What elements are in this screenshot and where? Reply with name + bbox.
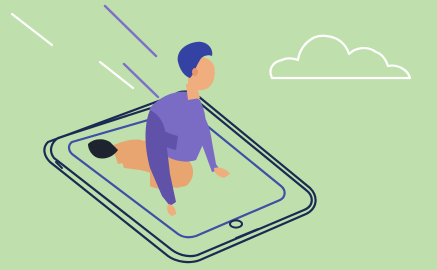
illustration-svg: [0, 0, 437, 270]
person-ear: [192, 68, 198, 76]
illustration-scene: [0, 0, 437, 270]
